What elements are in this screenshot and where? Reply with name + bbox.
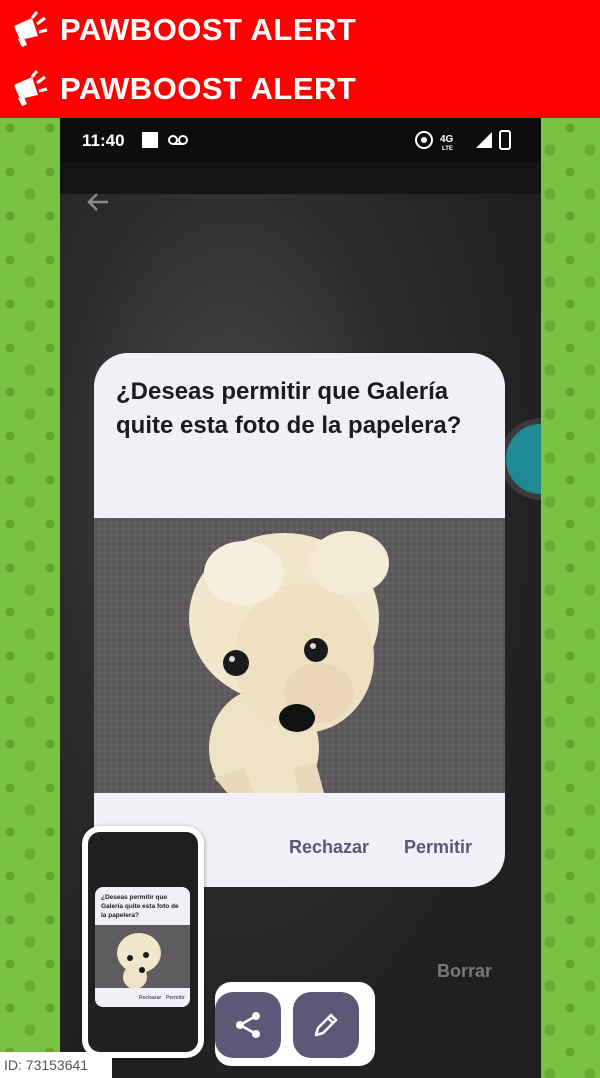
dog-photo	[94, 518, 505, 793]
alert-banner-2: PAWBOOST ALERT	[0, 59, 600, 118]
screenshot-thumbnail[interactable]: ¿Deseas permitir que Galería quite esta …	[82, 826, 204, 1058]
edit-button[interactable]	[293, 992, 359, 1058]
thumbnail-allow: Permitir	[166, 995, 185, 1001]
reject-button[interactable]: Rechazar	[289, 837, 369, 858]
permission-dialog: ¿Deseas permitir que Galería quite esta …	[94, 353, 505, 887]
pencil-icon	[314, 1013, 338, 1037]
listing-id: ID: 73153641	[0, 1052, 112, 1078]
thumbnail-reject: Rechazar	[139, 995, 162, 1001]
svg-text:LTE: LTE	[442, 146, 453, 152]
megaphone-icon	[14, 10, 48, 47]
action-bar	[215, 982, 375, 1066]
thumbnail-screen: ¿Deseas permitir que Galería quite esta …	[88, 832, 198, 1052]
megaphone-icon	[14, 69, 48, 106]
allow-button[interactable]: Permitir	[404, 837, 472, 858]
app-bar	[60, 162, 541, 194]
share-button[interactable]	[215, 992, 281, 1058]
alert-banner-1: PAWBOOST ALERT	[0, 0, 600, 59]
svg-text:4G: 4G	[440, 134, 454, 145]
signal-battery-icons: 4G LTE	[415, 130, 511, 152]
thumbnail-dialog: ¿Deseas permitir que Galería quite esta …	[95, 887, 190, 1007]
share-icon	[236, 1012, 260, 1038]
status-bar: 11:40 4G LTE	[60, 118, 541, 162]
banner-title: PAWBOOST ALERT	[60, 70, 357, 106]
thumbnail-dog-photo	[95, 925, 190, 988]
back-arrow-icon[interactable]	[84, 188, 112, 216]
status-time: 11:40	[82, 131, 125, 150]
notification-icons	[142, 132, 188, 148]
delete-label[interactable]: Borrar	[437, 961, 492, 982]
banner-title: PAWBOOST ALERT	[60, 11, 357, 47]
dialog-title: ¿Deseas permitir que Galería quite esta …	[116, 378, 462, 439]
thumbnail-dialog-title: ¿Deseas permitir que Galería quite esta …	[101, 894, 179, 919]
